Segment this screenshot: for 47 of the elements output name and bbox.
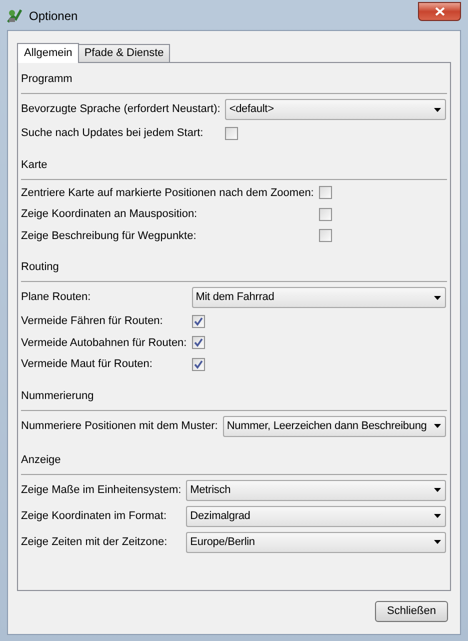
section-title: Nummerierung [21,388,94,404]
option-label: Zeige Beschreibung für Wegpunkte: [21,228,198,244]
section-title: Anzeige [21,452,61,468]
dropdown[interactable]: Europe/Berlin [186,532,446,552]
check-icon [194,316,203,326]
option-label: Zentriere Karte auf markierte Positionen nach dem Zoomen: [21,186,315,200]
option-label: Plane Routen: [21,290,92,306]
section-title: Karte [21,158,48,173]
option-label: Vermeide Autobahnen für Routen: [21,336,188,350]
option-label: Zeige Koordinaten im Format: [21,508,168,524]
check-icon [194,360,203,369]
section-title: Programm [21,72,72,88]
option-label: Vermeide Maut für Routen: [21,357,154,372]
close-icon [434,7,444,16]
option-label: Zeige Zeiten mit der Zeitzone: [21,534,168,550]
caret-icon [434,108,441,112]
option-label: Bevorzugte Sprache (erfordert Neustart): [21,102,222,118]
tab[interactable]: Pfade & Dienste [79,44,170,62]
section-title: Routing [21,260,59,276]
checkbox[interactable] [192,358,205,371]
checkbox[interactable] [318,229,332,242]
check-icon [194,338,203,348]
option-label: Zeige Maße im Einheitensystem: [21,482,182,498]
dropdown[interactable]: Mit dem Fahrrad [192,287,446,308]
checkbox[interactable] [318,208,332,221]
caret-icon [434,540,441,544]
checkbox[interactable] [192,314,205,328]
checkbox[interactable] [225,126,238,140]
caret-icon [434,296,441,300]
window-title: Optionen [29,8,78,24]
close-button[interactable] [418,2,461,21]
dropdown[interactable]: <default> [225,99,446,120]
option-label: Zeige Koordinaten an Mausposition: [21,207,198,222]
option-label: Vermeide Fähren für Routen: [21,314,164,329]
dropdown[interactable]: Nummer, Leerzeichen dann Beschreibung [222,416,446,436]
checkbox[interactable] [318,186,332,200]
tab[interactable]: Allgemein [17,43,80,63]
option-label: Nummeriere Positionen mit dem Muster: [21,418,219,434]
caret-icon [434,488,441,492]
option-label: Suche nach Updates bei jedem Start: [21,126,204,141]
checkbox[interactable] [192,336,205,350]
dropdown[interactable]: Dezimalgrad [186,506,446,526]
dropdown[interactable]: Metrisch [186,480,446,500]
close-dialog-button[interactable]: Schließen [375,601,448,622]
caret-icon [434,424,441,428]
app-icon [7,8,23,24]
caret-icon [434,514,441,518]
